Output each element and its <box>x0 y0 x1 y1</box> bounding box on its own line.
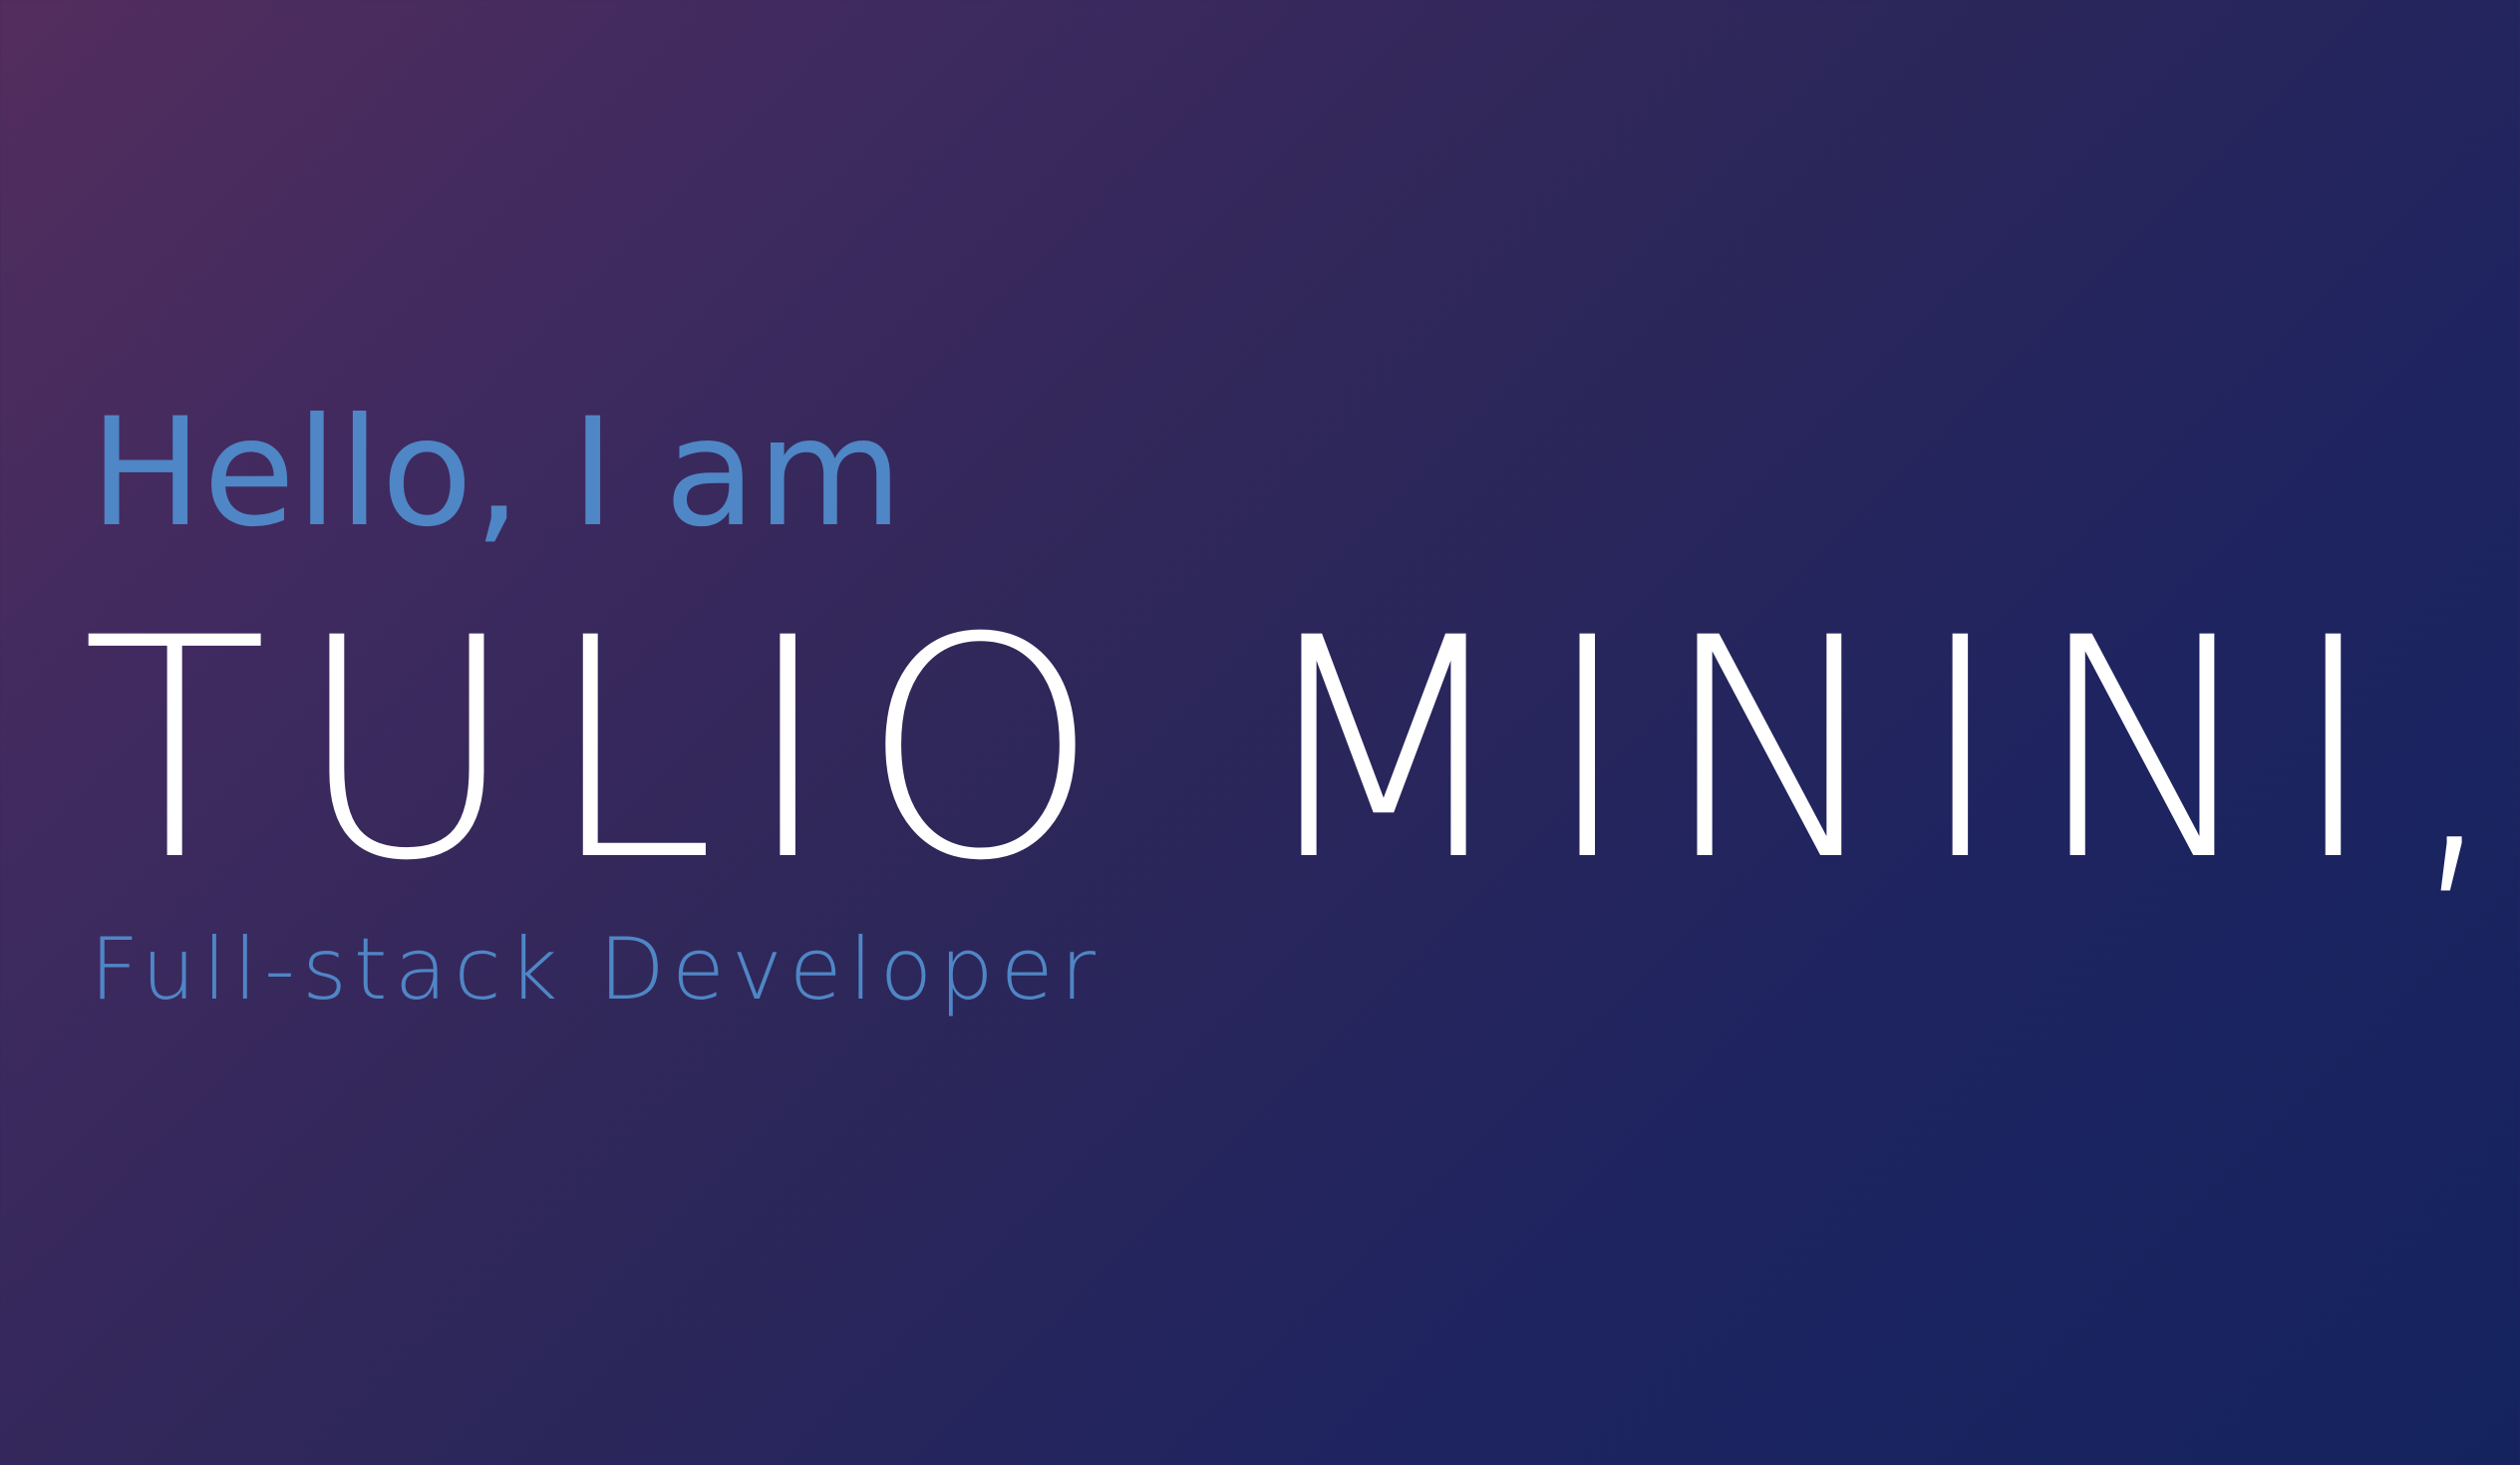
greeting-text: Hello, I am <box>90 387 904 560</box>
developer-name: TULIO MININI, <box>82 573 2520 927</box>
developer-role: Full-stack Developer <box>90 920 1103 1020</box>
